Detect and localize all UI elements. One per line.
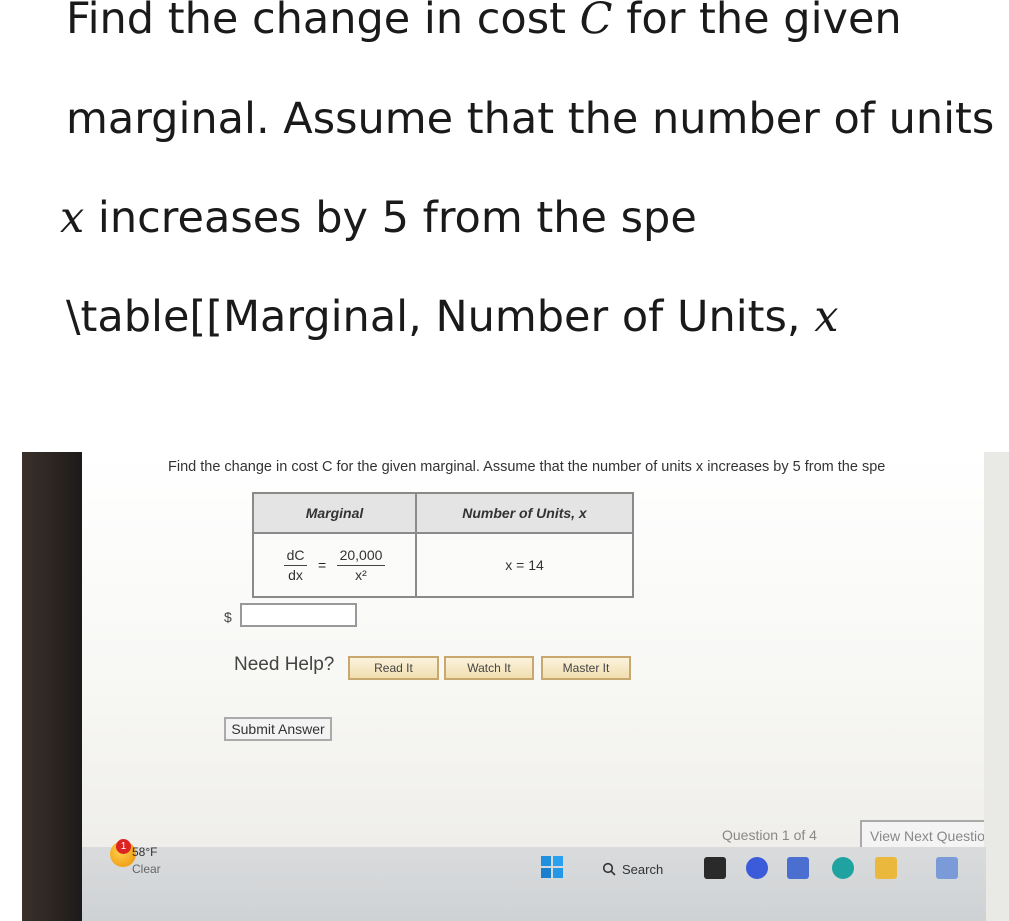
watch-it-button[interactable]: Watch It — [444, 656, 534, 680]
need-help-label: Need Help? — [234, 654, 335, 675]
units-header: Number of Units, x — [415, 492, 634, 534]
submit-answer-button[interactable]: Submit Answer — [224, 717, 332, 741]
chat-icon[interactable] — [746, 857, 768, 879]
question-text: increases by — [84, 193, 382, 243]
question-text: \table[[Marginal, Number of Units, — [66, 292, 815, 342]
store-icon[interactable] — [787, 857, 809, 879]
fraction-numerator: dC — [283, 547, 308, 566]
math-variable: x — [60, 193, 85, 243]
answer-input[interactable] — [240, 603, 357, 627]
fraction-denominator: dx — [288, 567, 303, 583]
question-counter: Question 1 of 4 — [722, 827, 817, 843]
webassign-screen: Find the change in cost C for the given … — [82, 452, 1009, 847]
math-variable: C — [579, 0, 613, 44]
question-number: 5 — [381, 193, 410, 243]
question-text: for the given — [612, 0, 902, 44]
question-text: from the spe — [409, 193, 697, 243]
task-view-icon[interactable] — [704, 857, 726, 879]
search-label: Search — [622, 861, 664, 877]
question-text: marginal. Assume that the number of unit… — [66, 94, 995, 144]
temperature: 58°F — [132, 845, 158, 859]
marginal-cell: dC dx = 20,000 x² — [252, 532, 417, 598]
taskbar — [82, 847, 986, 921]
math-variable: x — [814, 292, 839, 342]
windows-start-icon[interactable] — [540, 855, 564, 879]
monitor-bezel — [22, 452, 82, 921]
units-cell: x = 14 — [415, 532, 634, 598]
screen-question-text: Find the change in cost C for the given … — [168, 459, 886, 475]
question-line-2: marginal. Assume that the number of unit… — [66, 98, 994, 141]
marginal-table: Marginal Number of Units, x dC dx = 20,0… — [252, 492, 634, 598]
screen-photo: Find the change in cost C for the given … — [22, 452, 1009, 921]
master-it-button[interactable]: Master It — [541, 656, 631, 680]
marginal-header: Marginal — [252, 492, 417, 534]
equals-sign: = — [317, 557, 327, 573]
edge-icon[interactable] — [832, 857, 854, 879]
fraction-numerator: 20,000 — [336, 547, 386, 566]
notification-badge: 1 — [116, 839, 131, 854]
marginal-fraction: 20,000 x² — [336, 547, 386, 583]
dollar-sign: $ — [224, 609, 232, 625]
question-line-3: x increases by 5 from the spe — [60, 197, 697, 240]
search-icon — [602, 862, 616, 876]
question-line-4: \table[[Marginal, Number of Units, x — [66, 296, 839, 339]
question-text: Find the change in cost — [66, 0, 580, 44]
question-line-1: Find the change in cost C for the given — [66, 0, 902, 41]
mcafee-icon[interactable] — [936, 857, 958, 879]
derivative-fraction: dC dx — [283, 547, 308, 583]
monitor-edge — [984, 452, 1009, 921]
weather-condition: Clear — [132, 862, 161, 876]
read-it-button[interactable]: Read It — [348, 656, 439, 680]
file-explorer-icon[interactable] — [875, 857, 897, 879]
taskbar-search[interactable]: Search — [602, 859, 663, 879]
fraction-denominator: x² — [355, 567, 367, 583]
